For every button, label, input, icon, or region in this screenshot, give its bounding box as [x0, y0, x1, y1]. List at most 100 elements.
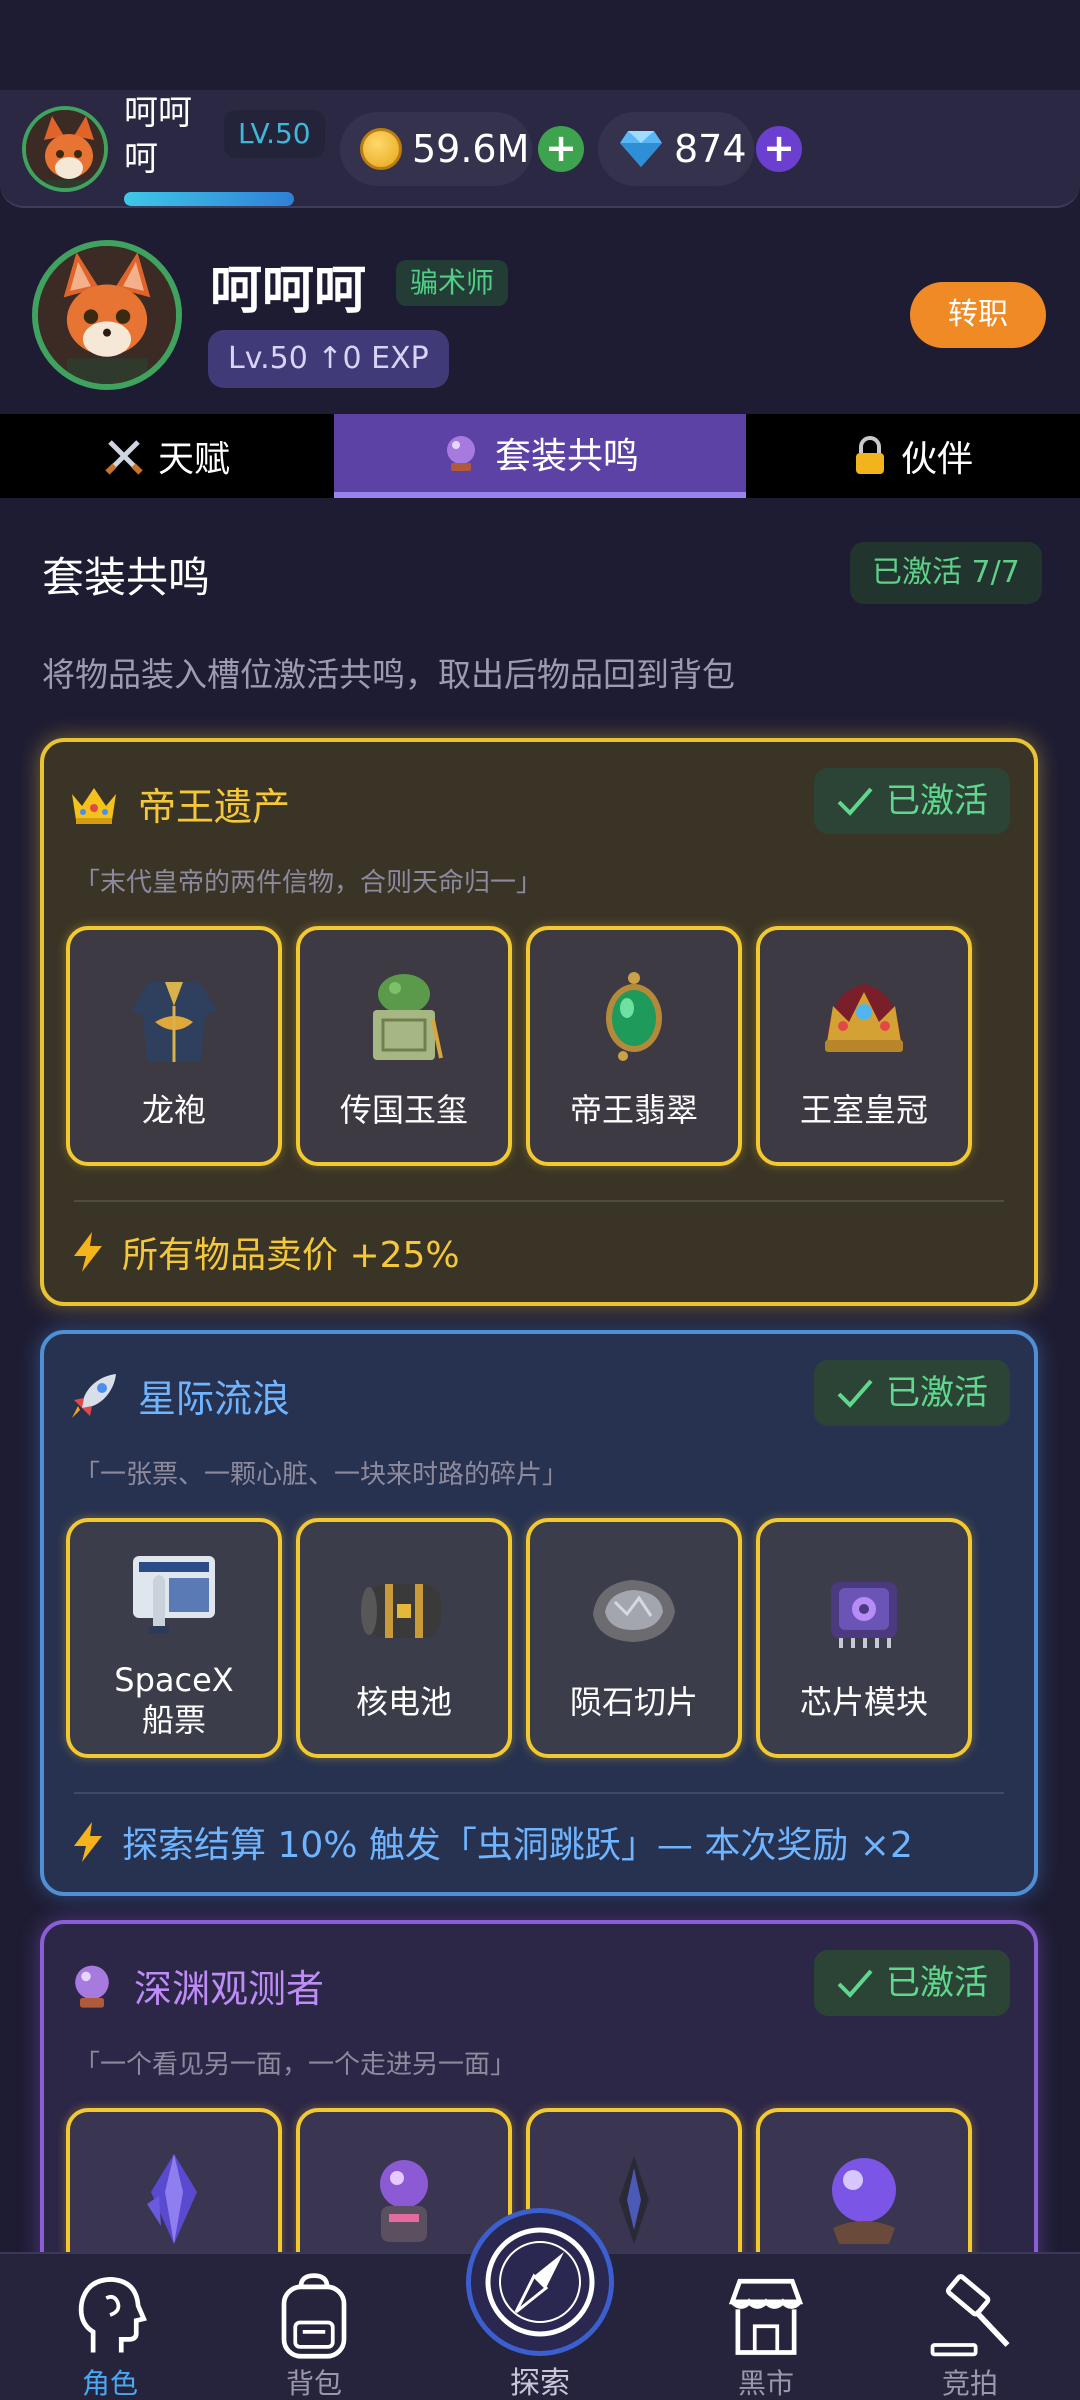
item-slot-meteorite-slice[interactable]: 陨石切片	[526, 1518, 742, 1758]
compass-icon	[485, 2227, 595, 2337]
set-card-header: 星际流浪	[68, 1368, 290, 1423]
item-slot-imperial-seal[interactable]: 传国玉玺	[296, 926, 512, 1166]
change-job-button[interactable]: 转职	[910, 282, 1046, 348]
orb-device-icon	[380, 2160, 428, 2242]
set-status-badge: 已激活	[814, 1950, 1010, 2016]
set-bonus-text: 探索结算 10% 触发「虫洞跳跃」— 本次奖励 ×2	[122, 1825, 913, 1866]
set-card-interstellar-wander: 星际流浪 已激活 「一张票、一颗心脏、一块来时路的碎片」 SpaceX 船票 核…	[40, 1330, 1038, 1896]
item-slot-chip-module[interactable]: 芯片模块	[756, 1518, 972, 1758]
set-status-label: 已激活	[886, 781, 988, 821]
nav-bag-label: 背包	[285, 2367, 342, 2400]
nav-explore[interactable]	[466, 2208, 614, 2356]
lightning-icon	[74, 1822, 102, 1862]
tab-talent-label: 天赋	[157, 439, 230, 480]
nav-role[interactable]: 角色	[40, 2254, 180, 2400]
level-exp-badge: Lv.50 ↑0 EXP	[208, 330, 449, 388]
coin-icon	[360, 128, 402, 170]
item-name: SpaceX 船票	[114, 1661, 234, 1739]
crystal-ball-item-icon	[832, 2158, 896, 2244]
jade-seal-icon	[373, 974, 443, 1060]
tab-partner[interactable]: 伙伴	[746, 414, 1080, 498]
set-bonus: 探索结算 10% 触发「虫洞跳跃」— 本次奖励 ×2	[68, 1816, 913, 1868]
crossed-swords-icon	[105, 440, 143, 475]
fox-avatar-icon	[26, 110, 104, 188]
chip-module-icon	[831, 1582, 897, 1648]
tab-bar: 天赋 套装共鸣 伙伴	[0, 414, 1080, 498]
item-name: 传国玉玺	[339, 1091, 468, 1129]
lightning-icon	[74, 1232, 102, 1272]
player-avatar[interactable]	[32, 240, 182, 390]
nav-market[interactable]: 黑市	[696, 2254, 836, 2400]
storefront-icon	[728, 2278, 804, 2355]
set-status-badge: 已激活	[814, 768, 1010, 834]
set-slots: 龙袍 传国玉玺 帝王翡翠 王室皇冠	[66, 926, 972, 1166]
item-name: 龙袍	[141, 1091, 206, 1129]
backpack-icon	[281, 2273, 347, 2359]
nav-auction-label: 竞拍	[941, 2367, 998, 2400]
card-divider	[74, 1792, 1004, 1794]
section-title: 套装共鸣	[42, 553, 211, 602]
gavel-icon	[930, 2274, 1010, 2357]
set-slots: SpaceX 船票 核电池 陨石切片 芯片模块	[66, 1518, 972, 1758]
item-slot-royal-crown[interactable]: 王室皇冠	[756, 926, 972, 1166]
tab-set-resonance-label: 套装共鸣	[494, 436, 639, 477]
coin-amount: 59.6M	[412, 127, 530, 171]
gem-balance: 874	[598, 112, 754, 186]
set-card-emperor-legacy: 帝王遗产 已激活 「末代皇帝的两件信物，合则天命归一」 龙袍 传国玉玺 帝王翡翠…	[40, 738, 1038, 1306]
player-avatar-small[interactable]	[22, 106, 108, 192]
set-card-header: 深渊观测者	[68, 1958, 324, 2013]
head-profile-icon	[78, 2277, 147, 2353]
check-icon	[837, 787, 873, 816]
exp-progress-bar	[124, 192, 294, 206]
spacex-ticket-icon	[133, 1556, 215, 1634]
set-bonus-text: 所有物品卖价 +25%	[122, 1235, 460, 1276]
dragon-robe-icon	[131, 982, 217, 1062]
check-icon	[837, 1379, 873, 1408]
nav-auction[interactable]: 竞拍	[900, 2254, 1040, 2400]
nav-bag[interactable]: 背包	[244, 2254, 384, 2400]
set-name: 星际流浪	[138, 1377, 291, 1421]
section-description: 将物品装入槽位激活共鸣，取出后物品回到背包	[42, 655, 735, 694]
item-slot-nuclear-battery[interactable]: 核电池	[296, 1518, 512, 1758]
set-name: 深渊观测者	[134, 1967, 325, 2011]
set-card-header: 帝王遗产	[68, 776, 290, 831]
tab-set-resonance[interactable]: 套装共鸣	[334, 414, 746, 498]
add-coins-button[interactable]: +	[538, 126, 584, 172]
set-name: 帝王遗产	[138, 785, 291, 829]
card-divider	[74, 1200, 1004, 1202]
crystal-ball-icon	[446, 436, 475, 471]
class-badge: 骗术师	[396, 260, 509, 306]
player-name: 呵呵呵	[210, 261, 367, 321]
item-slot-dragon-robe[interactable]: 龙袍	[66, 926, 282, 1166]
tab-talent[interactable]: 天赋	[0, 414, 334, 498]
set-status-label: 已激活	[886, 1963, 988, 2003]
item-slot-emperor-emerald[interactable]: 帝王翡翠	[526, 926, 742, 1166]
level-badge-small: LV.50	[224, 110, 325, 158]
coin-balance: 59.6M	[340, 112, 532, 186]
check-icon	[837, 1969, 873, 1998]
fox-portrait-icon	[38, 246, 176, 384]
tab-partner-label: 伙伴	[900, 439, 973, 480]
set-status-badge: 已激活	[814, 1360, 1010, 1426]
royal-crown-icon	[825, 984, 903, 1052]
emerald-pendant-icon	[606, 972, 662, 1061]
item-name: 芯片模块	[799, 1683, 928, 1721]
item-name: 陨石切片	[569, 1683, 698, 1721]
set-status-label: 已激活	[886, 1373, 988, 1413]
nav-role-label: 角色	[81, 2367, 138, 2400]
set-quote: 「末代皇帝的两件信物，合则天命归一」	[74, 868, 543, 898]
void-crystal-icon	[147, 2154, 197, 2244]
nav-explore-label: 探索	[510, 2366, 570, 2400]
item-slot-spacex-ticket[interactable]: SpaceX 船票	[66, 1518, 282, 1758]
add-gems-button[interactable]: +	[756, 126, 802, 172]
set-bonus: 所有物品卖价 +25%	[68, 1226, 460, 1278]
diamond-icon	[620, 131, 662, 167]
lock-icon	[855, 436, 884, 474]
crown-icon	[72, 787, 116, 824]
item-name: 王室皇冠	[799, 1091, 928, 1129]
activated-count-badge: 已激活 7/7	[850, 542, 1042, 604]
gem-amount: 874	[674, 127, 747, 171]
meteorite-slice-icon	[593, 1580, 675, 1642]
rocket-icon	[72, 1373, 116, 1418]
nav-market-label: 黑市	[737, 2367, 794, 2400]
